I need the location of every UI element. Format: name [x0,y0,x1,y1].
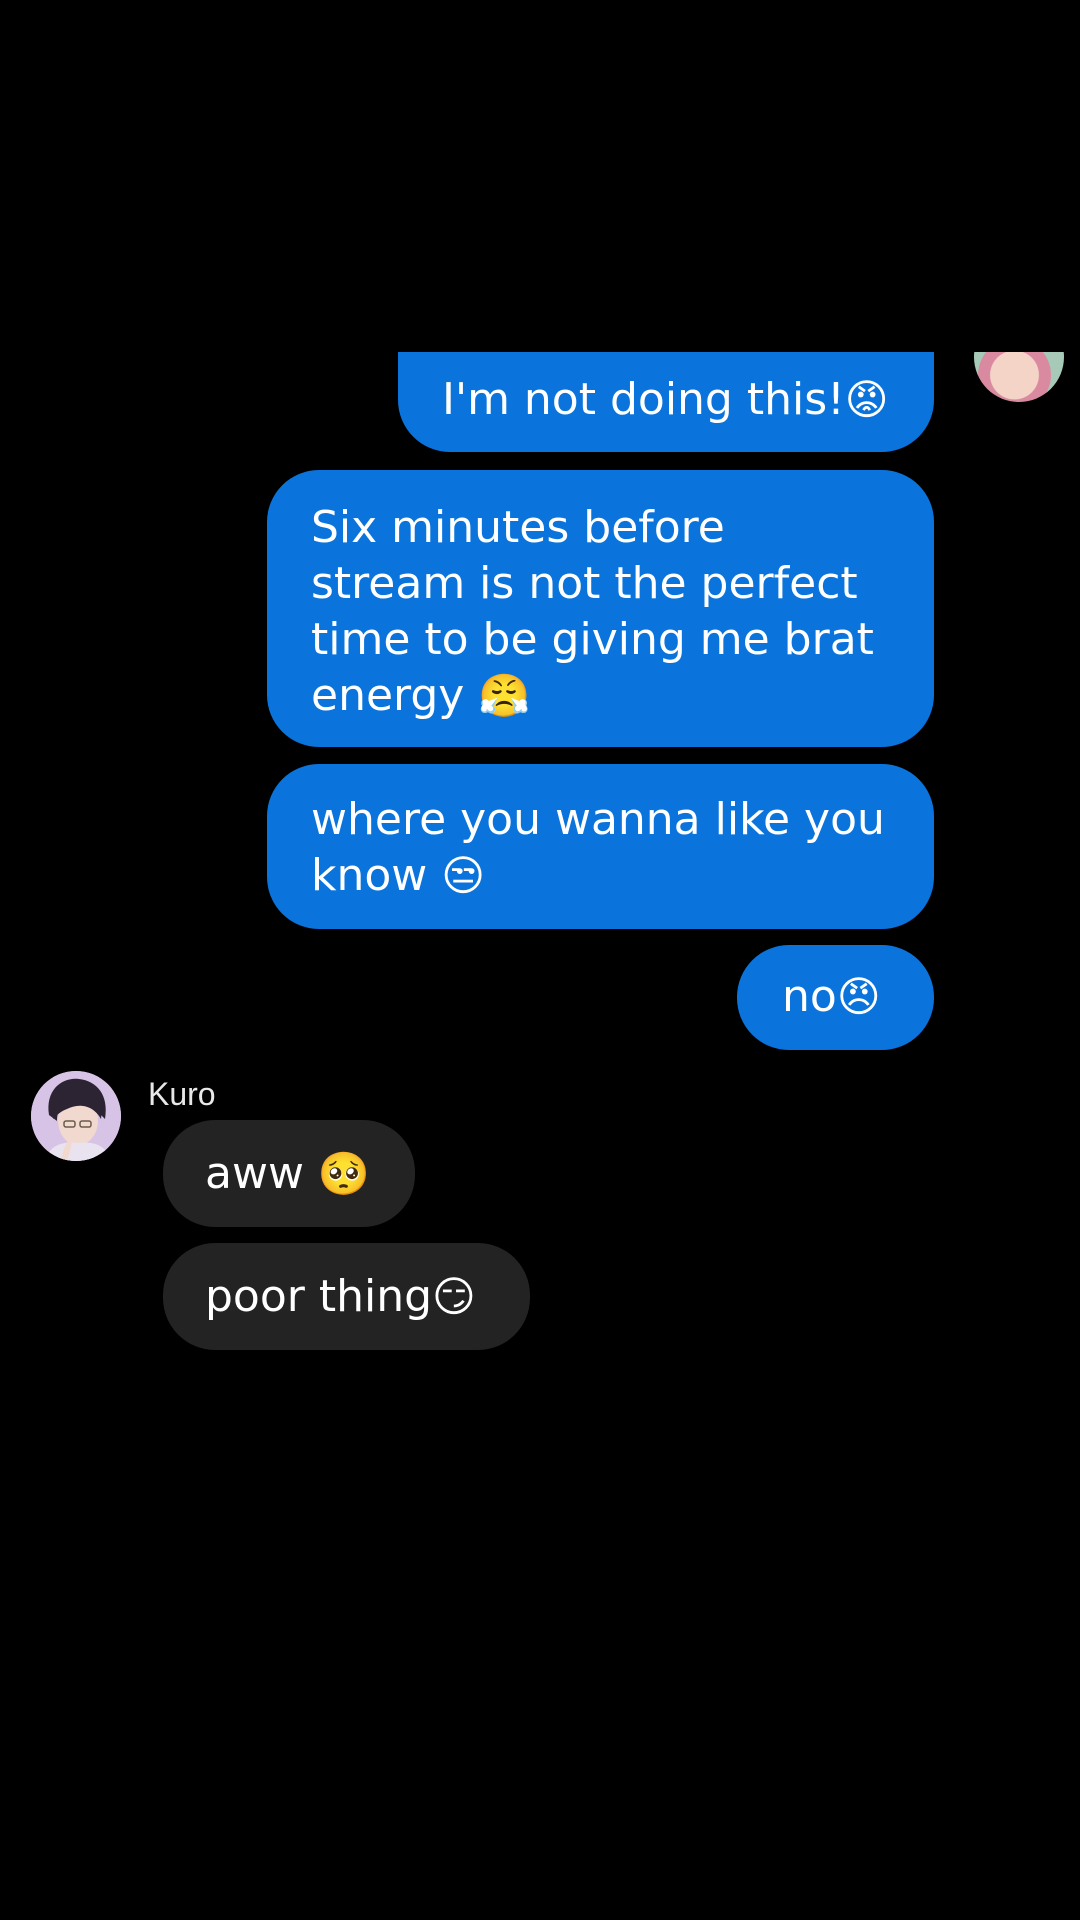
incoming-message[interactable]: aww 🥺 [163,1120,415,1227]
outgoing-message[interactable]: Six minutes before stream is not the per… [267,470,934,747]
unamused-face-icon: 😒 [441,851,486,900]
message-text: no [782,971,837,1022]
message-text: aww [205,1148,318,1199]
message-text: Six minutes before stream is not the per… [311,502,874,721]
contact-avatar[interactable] [31,1071,121,1161]
steam-nose-face-icon: 😤 [478,671,531,720]
angry-face-icon: 😡 [844,375,889,424]
pleading-face-icon: 🥺 [317,1149,371,1198]
smirking-face-icon: 😏 [432,1272,476,1321]
annoyed-face-icon: 😠 [836,972,881,1021]
outgoing-message[interactable]: no😠 [737,945,934,1050]
sender-name: Kuro [148,1076,216,1112]
self-avatar[interactable] [974,352,1064,402]
chat-screen: I'm not doing this!😡 Six minutes before … [0,0,1080,1920]
message-text: I'm not doing this! [442,374,845,425]
outgoing-message[interactable]: where you wanna like you know 😒 [267,764,934,929]
message-text: poor thing [205,1271,433,1322]
message-text: where you wanna like you know [311,794,885,901]
incoming-message[interactable]: poor thing😏 [163,1243,530,1350]
outgoing-message[interactable]: I'm not doing this!😡 [398,352,934,452]
